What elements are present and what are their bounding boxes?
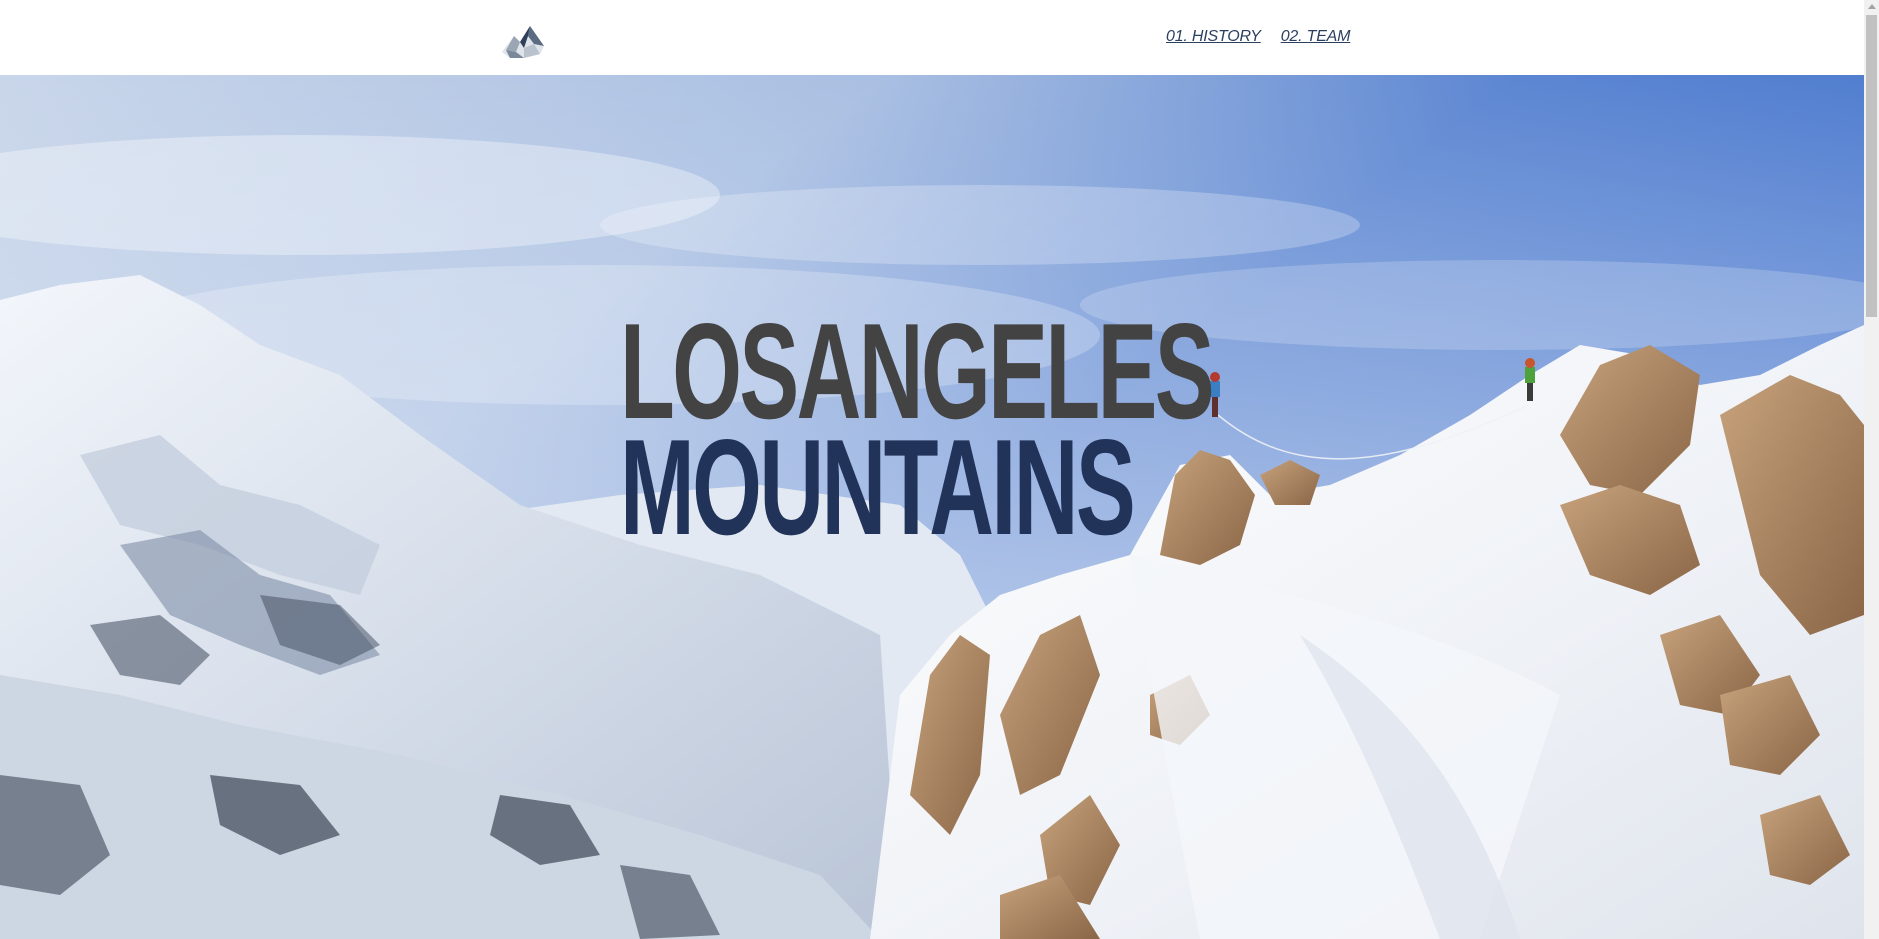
headline-mountains: MOUNTAINS <box>620 411 1136 564</box>
scroll-up-arrow-icon[interactable] <box>1868 4 1876 9</box>
main-nav: 01. HISTORY 02. TEAM <box>1166 28 1350 46</box>
vertical-scrollbar[interactable] <box>1864 0 1879 939</box>
nav-link-history[interactable]: 01. HISTORY <box>1166 28 1261 46</box>
scrollbar-thumb[interactable] <box>1866 15 1877 317</box>
hero-section: LOSANGELES MOUNTAINS <box>0 75 1864 939</box>
headline-losangeles: LOSANGELES <box>620 295 1215 448</box>
hero-headline: LOSANGELES MOUNTAINS <box>620 303 1517 555</box>
site-header: 01. HISTORY 02. TEAM <box>0 0 1864 75</box>
page: 01. HISTORY 02. TEAM LOSANGELES MOUNTAIN… <box>0 0 1879 939</box>
nav-link-team[interactable]: 02. TEAM <box>1281 28 1351 46</box>
mountain-logo-icon[interactable] <box>500 22 546 62</box>
